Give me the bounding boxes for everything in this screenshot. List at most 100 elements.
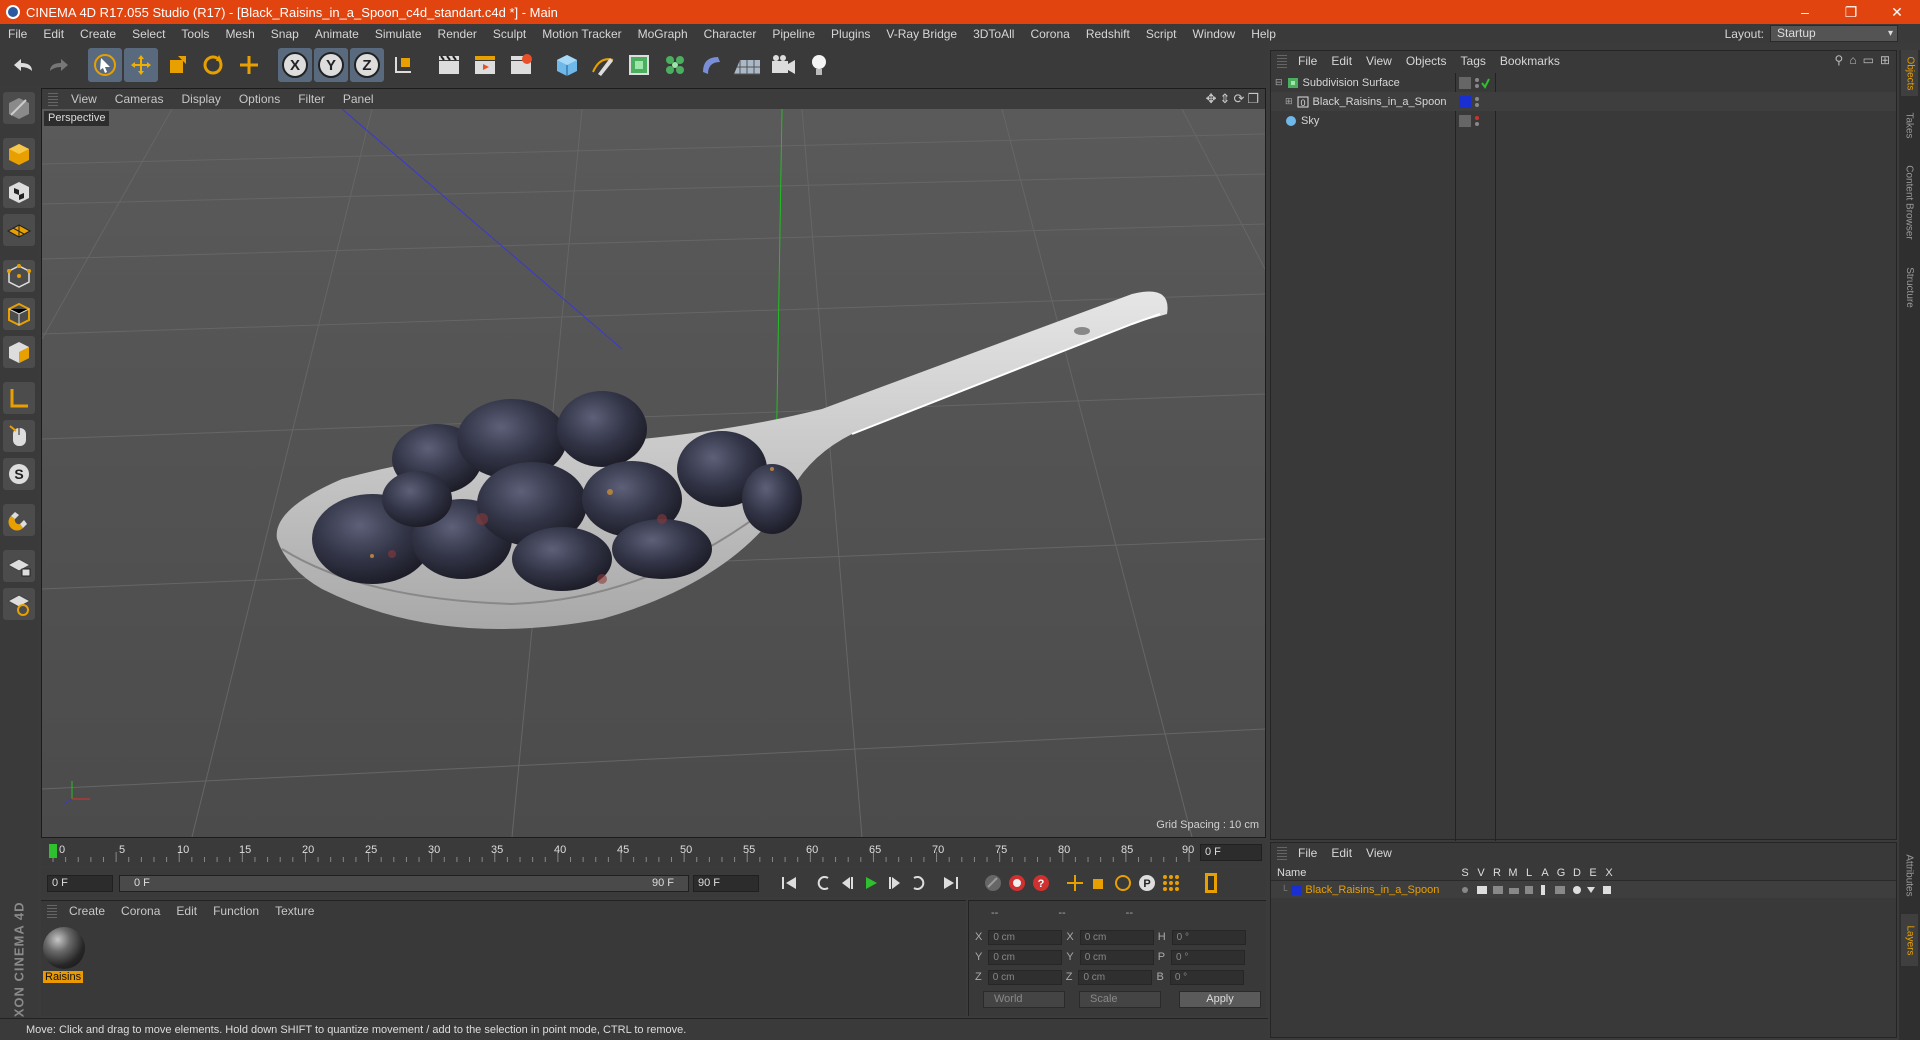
previous-key-button[interactable] xyxy=(811,871,835,895)
tab-structure[interactable]: Structure xyxy=(1901,256,1918,318)
undo-button[interactable] xyxy=(6,48,40,82)
viewport-menu-options[interactable]: Options xyxy=(232,92,291,106)
tab-attributes[interactable]: Attributes xyxy=(1901,840,1918,910)
menu-script[interactable]: Script xyxy=(1138,27,1185,41)
record-point-level-button[interactable] xyxy=(1159,871,1183,895)
col-solo[interactable]: S xyxy=(1457,867,1473,879)
enabled-check-icon[interactable] xyxy=(1474,77,1490,89)
material-menu-corona[interactable]: Corona xyxy=(113,904,168,918)
layer-menu-view[interactable]: View xyxy=(1360,846,1400,860)
layout-select[interactable]: Startup xyxy=(1770,25,1898,42)
tree-row-subdivision[interactable]: ⊟ Subdivision Surface xyxy=(1271,73,1896,92)
scale-tool-button[interactable] xyxy=(160,48,194,82)
viewport-menu-cameras[interactable]: Cameras xyxy=(108,92,175,106)
menu-window[interactable]: Window xyxy=(1185,27,1244,41)
viewport-menu-view[interactable]: View xyxy=(64,92,108,106)
new-window-icon[interactable]: ▭ xyxy=(1863,53,1874,67)
record-scale-button[interactable] xyxy=(1087,871,1111,895)
timeline-ruler[interactable]: 0 5 10 15 20 25 30 35 40 45 50 55 60 65 … xyxy=(41,840,1266,866)
menu-character[interactable]: Character xyxy=(696,27,765,41)
object-menu-view[interactable]: View xyxy=(1360,54,1400,68)
magnet-tool-button[interactable] xyxy=(3,504,35,536)
col-locked[interactable]: L xyxy=(1521,867,1537,879)
viewport-menu-filter[interactable]: Filter xyxy=(291,92,336,106)
menu-vray-bridge[interactable]: V-Ray Bridge xyxy=(878,27,965,41)
axis-mode-button[interactable] xyxy=(3,382,35,414)
layer-flag-icons[interactable] xyxy=(1459,884,1619,896)
menu-redshift[interactable]: Redshift xyxy=(1078,27,1138,41)
record-position-button[interactable] xyxy=(1063,871,1087,895)
position-z-field[interactable]: 0 cm xyxy=(987,969,1062,985)
render-view-button[interactable] xyxy=(432,48,466,82)
dolly-view-icon[interactable]: ⇕ xyxy=(1220,91,1231,107)
tab-objects[interactable]: Objects xyxy=(1901,50,1918,96)
col-expressions[interactable]: E xyxy=(1585,867,1601,879)
x-axis-lock-button[interactable]: X xyxy=(278,48,312,82)
subdivision-surface-button[interactable] xyxy=(622,48,656,82)
light-button[interactable] xyxy=(802,48,836,82)
tree-row-raisins[interactable]: ⊞ 0 Black_Raisins_in_a_Spoon xyxy=(1271,92,1896,111)
object-menu-bookmarks[interactable]: Bookmarks xyxy=(1494,54,1568,68)
tab-layers[interactable]: Layers xyxy=(1901,914,1918,966)
collapse-icon[interactable]: ⊟ xyxy=(1275,77,1283,88)
layer-menu-file[interactable]: File xyxy=(1292,846,1325,860)
viewport-menu-panel[interactable]: Panel xyxy=(336,92,385,106)
render-picture-viewer-button[interactable] xyxy=(468,48,502,82)
record-parameter-button[interactable]: P xyxy=(1135,871,1159,895)
orbit-view-icon[interactable]: ⟳ xyxy=(1233,91,1244,107)
menu-render[interactable]: Render xyxy=(430,27,485,41)
timeline-window-button[interactable] xyxy=(1199,871,1223,895)
rotate-tool-button[interactable] xyxy=(196,48,230,82)
maximize-button[interactable]: ❐ xyxy=(1828,0,1874,24)
y-axis-lock-button[interactable]: Y xyxy=(314,48,348,82)
z-axis-lock-button[interactable]: Z xyxy=(350,48,384,82)
object-menu-file[interactable]: File xyxy=(1292,54,1325,68)
menu-sculpt[interactable]: Sculpt xyxy=(485,27,534,41)
object-menu-tags[interactable]: Tags xyxy=(1455,54,1494,68)
layer-color-swatch[interactable] xyxy=(1459,95,1471,108)
object-menu-objects[interactable]: Objects xyxy=(1400,54,1455,68)
coordinate-space-select[interactable]: World xyxy=(983,991,1065,1008)
menu-edit[interactable]: Edit xyxy=(35,27,72,41)
edges-mode-button[interactable] xyxy=(3,298,35,330)
home-icon[interactable]: ⌂ xyxy=(1849,53,1856,67)
position-x-field[interactable]: 0 cm xyxy=(988,929,1063,945)
menu-snap[interactable]: Snap xyxy=(263,27,307,41)
menu-pipeline[interactable]: Pipeline xyxy=(764,27,823,41)
model-mode-button[interactable] xyxy=(3,138,35,170)
rotation-p-field[interactable]: 0 ° xyxy=(1171,949,1246,965)
minimize-button[interactable]: – xyxy=(1782,0,1828,24)
cloner-button[interactable] xyxy=(658,48,692,82)
lock-panel-icon[interactable]: ⊞ xyxy=(1880,53,1890,67)
col-xref[interactable]: X xyxy=(1601,867,1617,879)
menu-file[interactable]: File xyxy=(0,27,35,41)
rotation-h-field[interactable]: 0 ° xyxy=(1171,929,1246,945)
go-to-start-button[interactable] xyxy=(777,871,801,895)
camera-button[interactable] xyxy=(766,48,800,82)
position-y-field[interactable]: 0 cm xyxy=(988,949,1063,965)
make-editable-button[interactable] xyxy=(3,92,35,124)
spline-pen-button[interactable] xyxy=(586,48,620,82)
col-deformers[interactable]: D xyxy=(1569,867,1585,879)
menu-mograph[interactable]: MoGraph xyxy=(630,27,696,41)
coordinate-system-button[interactable] xyxy=(386,48,420,82)
record-keys-button[interactable] xyxy=(981,871,1005,895)
workplane-mode-button[interactable] xyxy=(3,214,35,246)
layer-color-swatch[interactable] xyxy=(1459,114,1471,127)
object-menu-edit[interactable]: Edit xyxy=(1325,54,1360,68)
record-rotation-button[interactable] xyxy=(1111,871,1135,895)
points-mode-button[interactable] xyxy=(3,260,35,292)
cube-primitive-button[interactable] xyxy=(550,48,584,82)
size-y-field[interactable]: 0 cm xyxy=(1079,949,1154,965)
next-key-button[interactable] xyxy=(907,871,931,895)
size-z-field[interactable]: 0 cm xyxy=(1078,969,1153,985)
polygons-mode-button[interactable] xyxy=(3,336,35,368)
col-render[interactable]: R xyxy=(1489,867,1505,879)
menu-3dtoall[interactable]: 3DToAll xyxy=(965,27,1022,41)
move-tool-button[interactable] xyxy=(124,48,158,82)
material-menu-create[interactable]: Create xyxy=(61,904,113,918)
previous-frame-button[interactable] xyxy=(835,871,859,895)
menu-animate[interactable]: Animate xyxy=(307,27,367,41)
menu-tools[interactable]: Tools xyxy=(173,27,217,41)
menu-plugins[interactable]: Plugins xyxy=(823,27,878,41)
